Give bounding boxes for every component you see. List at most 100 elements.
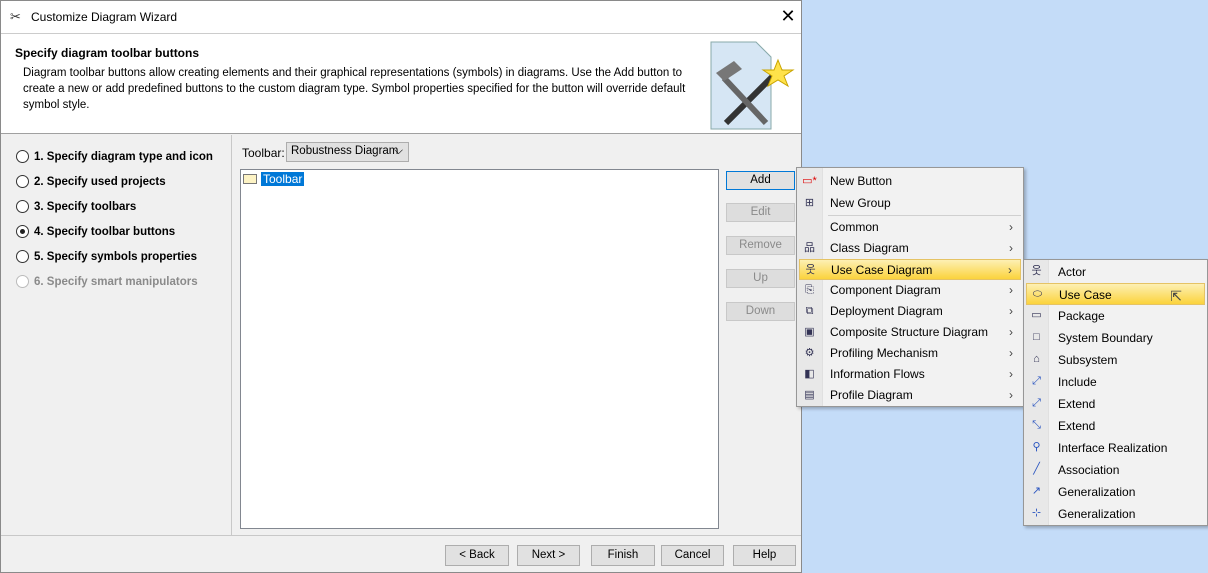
step-label: 3. Specify toolbars [34,200,137,213]
menu-item-component-diagram[interactable]: ⎘ Component Diagram › [799,280,1021,301]
step-5[interactable]: 5. Specify symbols properties [16,250,197,263]
menu-item-common[interactable]: Common › [799,217,1021,238]
include-icon: ⤢ [1032,375,1041,387]
menu-item-label: Deployment Diagram [830,304,943,318]
submenu-item-package[interactable]: ▭ Package [1026,305,1205,327]
toolbar-select[interactable]: Robustness Diagram ⌵ [286,142,409,162]
menu-item-new-group[interactable]: ⊞ New Group [799,193,1021,214]
actor-icon: 웃 [1031,265,1042,277]
step-6: 6. Specify smart manipulators [16,275,198,288]
submenu-item-extend-reverse[interactable]: ⤡ Extend [1026,415,1205,437]
submenu-item-generalization[interactable]: ↗ Generalization [1026,481,1205,503]
submenu-item-actor[interactable]: 웃 Actor [1026,261,1205,283]
toolbar-label: Toolbar: [242,146,285,160]
submenu-item-include[interactable]: ⤢ Include [1026,371,1205,393]
menu-item-information-flows[interactable]: ◧ Information Flows › [799,364,1021,385]
step-4[interactable]: 4. Specify toolbar buttons [16,225,175,238]
generalization-icon: ↗ [1031,485,1042,497]
add-button[interactable]: Add [726,171,795,190]
submenu-item-extend[interactable]: ⤢ Extend [1026,393,1205,415]
menu-item-label: Use Case [1059,288,1112,302]
steps-panel: 1. Specify diagram type and icon 2. Spec… [1,135,232,535]
radio-icon[interactable] [16,200,29,213]
menu-item-label: Use Case Diagram [831,263,933,277]
header-description: Diagram toolbar buttons allow creating e… [23,67,686,111]
tree-item-toolbar[interactable]: Toolbar [243,172,305,186]
menu-item-label: Component Diagram [830,283,941,297]
menu-item-deployment-diagram[interactable]: ⧉ Deployment Diagram › [799,301,1021,322]
use-case-diagram-icon: 웃 [805,264,816,276]
profile-diagram-icon: ▤ [804,389,815,401]
subsystem-icon: ⌂ [1033,353,1040,365]
step-3[interactable]: 3. Specify toolbars [16,200,136,213]
help-button[interactable]: Help [733,545,796,566]
menu-item-use-case-diagram[interactable]: 웃 Use Case Diagram › [799,259,1021,280]
edit-button[interactable]: Edit [726,203,795,222]
next-button[interactable]: Next > [517,545,580,566]
radio-icon[interactable] [16,175,29,188]
ellipse-icon: ⬭ [1032,288,1043,300]
toolbar-tree[interactable]: Toolbar [240,169,719,529]
menu-item-new-button[interactable]: ▭* New Button [799,171,1021,192]
close-button[interactable]: ✕ [777,5,799,27]
generalization-tree-icon: ⊹ [1031,507,1042,519]
chevron-right-icon: › [1009,241,1013,255]
submenu-item-generalization-2[interactable]: ⊹ Generalization [1026,503,1205,525]
menu-item-label: Extend [1058,419,1096,433]
step-label: 6. Specify smart manipulators [34,275,198,288]
step-label: 5. Specify symbols properties [34,250,197,263]
submenu-item-association[interactable]: ╱ Association [1026,459,1205,481]
back-button[interactable]: < Back [445,545,509,566]
composite-structure-icon: ▣ [804,326,815,338]
information-flows-icon: ◧ [804,368,815,380]
radio-icon[interactable] [16,150,29,163]
menu-item-class-diagram[interactable]: 品 Class Diagram › [799,238,1021,259]
step-label: 1. Specify diagram type and icon [34,150,213,163]
menu-item-label: Generalization [1058,485,1136,499]
menu-item-label: Profile Diagram [830,388,913,402]
app-icon: ✂ [10,9,21,24]
menu-item-label: Common [830,220,879,234]
radio-selected-icon[interactable] [16,225,29,238]
class-diagram-icon: 品 [804,242,815,254]
radio-icon[interactable] [16,250,29,263]
menu-item-label: Include [1058,375,1097,389]
step-2[interactable]: 2. Specify used projects [16,175,166,188]
remove-button[interactable]: Remove [726,236,795,255]
menu-item-label: Interface Realization [1058,441,1168,455]
menu-item-profiling-mechanism[interactable]: ⚙ Profiling Mechanism › [799,343,1021,364]
menu-item-composite-structure-diagram[interactable]: ▣ Composite Structure Diagram › [799,322,1021,343]
menu-item-label: New Button [830,174,893,188]
tree-item-label: Toolbar [261,172,305,186]
finish-button[interactable]: Finish [591,545,655,566]
submenu-item-subsystem[interactable]: ⌂ Subsystem [1026,349,1205,371]
up-button[interactable]: Up [726,269,795,288]
chevron-right-icon: › [1009,388,1013,402]
wizard-header: Specify diagram toolbar buttons Diagram … [1,33,801,134]
association-icon: ╱ [1033,463,1040,475]
submenu-item-use-case[interactable]: ⬭ Use Case ⇱ [1026,283,1205,305]
menu-item-label: Profiling Mechanism [830,346,939,360]
chevron-right-icon: › [1009,325,1013,339]
title-bar: ✂ Customize Diagram Wizard ✕ [1,1,801,33]
deployment-diagram-icon: ⧉ [805,305,814,317]
menu-item-profile-diagram[interactable]: ▤ Profile Diagram › [799,385,1021,406]
interface-realization-icon: ⚲ [1032,441,1041,453]
menu-item-label: New Group [830,196,891,210]
package-icon: ▭ [1031,309,1042,321]
step-1[interactable]: 1. Specify diagram type and icon [16,150,213,163]
submenu-item-system-boundary[interactable]: □ System Boundary [1026,327,1205,349]
mouse-cursor-icon: ⇱ [1170,288,1182,304]
footer-divider [1,535,801,536]
menu-item-label: Information Flows [830,367,925,381]
cancel-button[interactable]: Cancel [661,545,724,566]
component-diagram-icon: ⎘ [805,284,814,296]
menu-item-label: Actor [1058,265,1087,279]
chevron-right-icon: › [1008,263,1012,277]
chevron-right-icon: › [1009,304,1013,318]
submenu-item-interface-realization[interactable]: ⚲ Interface Realization [1026,437,1205,459]
header-title: Specify diagram toolbar buttons [15,46,200,60]
add-menu: ▭* New Button ⊞ New Group Common › 品 Class D… [796,167,1024,407]
down-button[interactable]: Down [726,302,795,321]
menu-item-label: System Boundary [1058,331,1153,345]
